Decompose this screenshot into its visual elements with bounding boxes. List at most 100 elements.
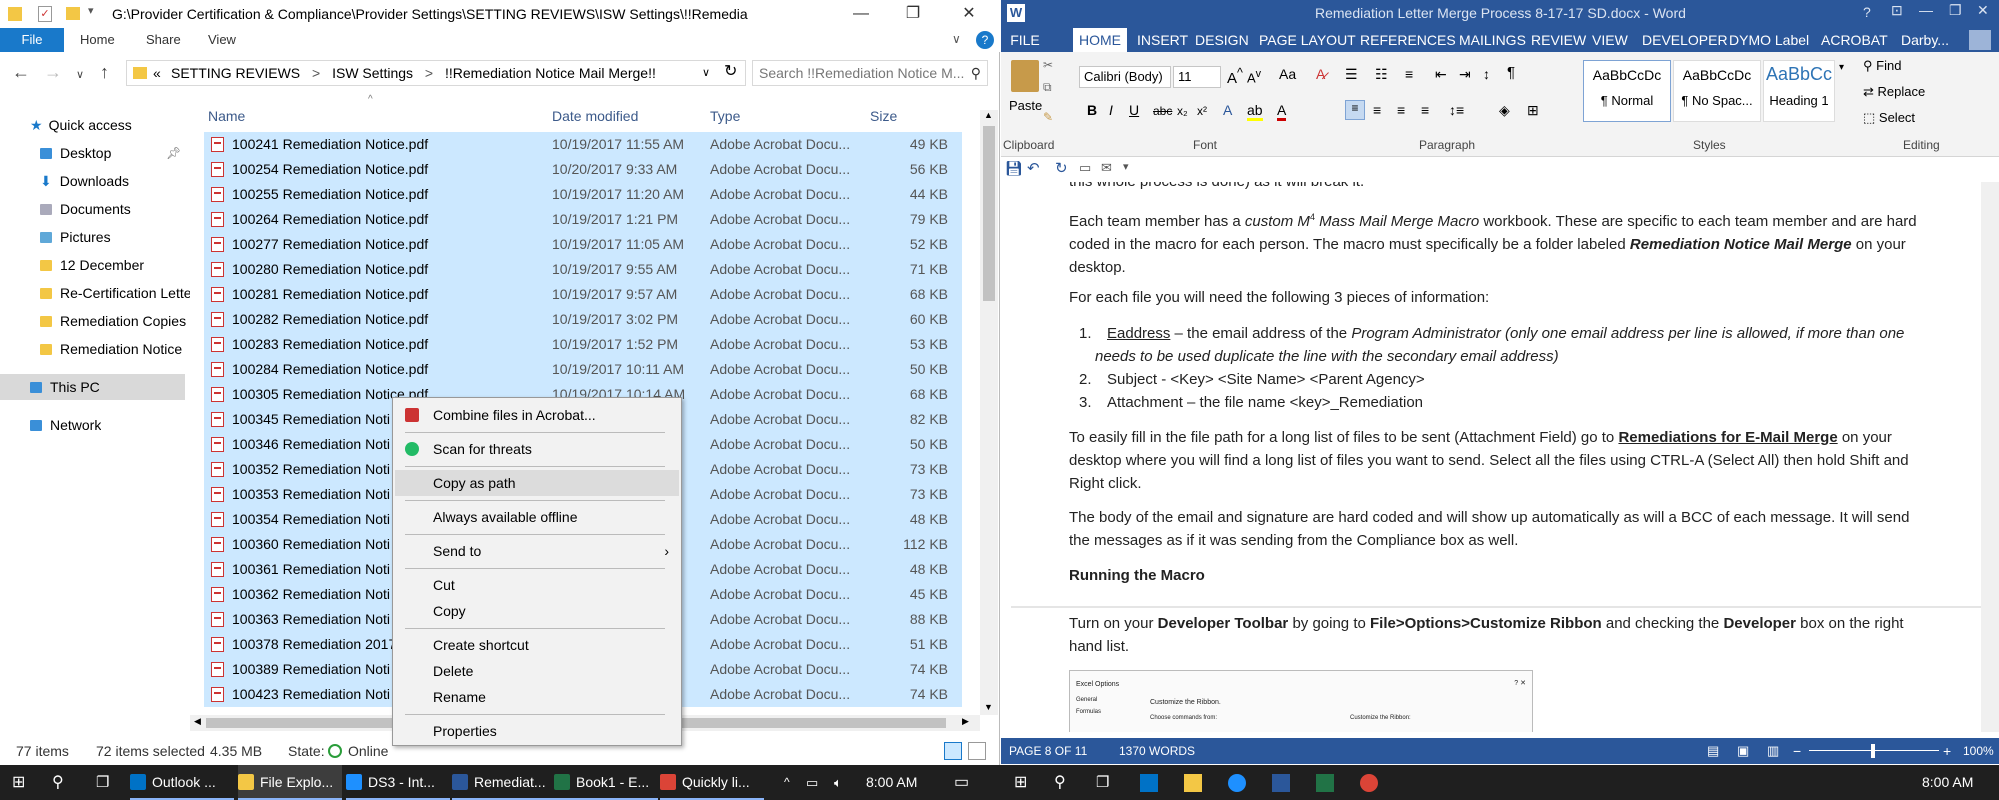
font-color-icon[interactable]: A xyxy=(1277,102,1287,121)
read-mode-icon[interactable]: ▤ xyxy=(1707,738,1719,764)
forward-arrow-icon[interactable]: → xyxy=(44,62,62,83)
paste-icon[interactable] xyxy=(1011,60,1039,92)
nav-folder-12-december[interactable]: 12 December xyxy=(40,252,190,278)
back-arrow-icon[interactable]: ← xyxy=(12,62,30,83)
grow-font-icon[interactable]: A^ xyxy=(1227,66,1243,87)
file-row[interactable]: 100277 Remediation Notice.pdf 10/19/2017 … xyxy=(204,232,962,257)
clear-format-icon[interactable]: A̷ xyxy=(1316,66,1325,82)
task-view-icon[interactable]: ❐ xyxy=(96,765,109,800)
recent-dropdown-icon[interactable]: ∨ xyxy=(76,68,84,81)
word-restore-button[interactable]: ❐ xyxy=(1949,2,1962,19)
word-tab-acrobat[interactable]: ACROBAT xyxy=(1821,28,1888,52)
word-tab-mailings[interactable]: MAILINGS xyxy=(1459,28,1526,52)
taskbar-app-button[interactable]: Book1 - E... xyxy=(554,765,658,800)
action-center-icon[interactable]: ▭ xyxy=(954,765,969,800)
edge-pinned-icon[interactable] xyxy=(1228,774,1246,792)
decrease-indent-icon[interactable]: ⇤ xyxy=(1435,66,1447,83)
column-header-size[interactable]: Size xyxy=(870,104,897,128)
cut-icon[interactable]: ✂ xyxy=(1043,58,1053,72)
column-header-type[interactable]: Type xyxy=(710,104,740,128)
document-page[interactable]: this whole process is done) as it will b… xyxy=(1011,182,1981,732)
web-layout-icon[interactable]: ▥ xyxy=(1767,738,1779,764)
file-row[interactable]: 100241 Remediation Notice.pdf 10/19/2017 … xyxy=(204,132,962,157)
column-header-name[interactable]: Name xyxy=(208,104,245,128)
word-close-button[interactable]: ✕ xyxy=(1977,2,1989,19)
align-right-icon[interactable]: ≡ xyxy=(1397,102,1405,118)
refresh-icon[interactable]: ↻ xyxy=(724,60,737,84)
column-header-date[interactable]: Date modified xyxy=(552,104,638,128)
redo-icon[interactable]: ↻ xyxy=(1055,159,1068,177)
outlook-pinned-icon[interactable] xyxy=(1140,774,1158,792)
word-tab-design[interactable]: DESIGN xyxy=(1195,28,1249,52)
file-row[interactable]: 100283 Remediation Notice.pdf 10/19/2017 … xyxy=(204,332,962,357)
network-tray-icon[interactable]: ▭ xyxy=(806,765,818,800)
zoom-slider-thumb[interactable] xyxy=(1871,744,1875,758)
file-row[interactable]: 100255 Remediation Notice.pdf 10/19/2017 … xyxy=(204,182,962,207)
file-row[interactable]: 100284 Remediation Notice.pdf 10/19/2017 … xyxy=(204,357,962,382)
minimize-button[interactable]: — xyxy=(838,0,884,28)
increase-indent-icon[interactable]: ⇥ xyxy=(1459,66,1471,83)
scroll-right-icon[interactable]: ▶ xyxy=(962,716,969,727)
menu-rename[interactable]: Rename xyxy=(395,684,679,710)
line-spacing-icon[interactable]: ↕≡ xyxy=(1449,102,1464,118)
word-vertical-scrollbar[interactable] xyxy=(1981,182,1999,732)
menu-cut[interactable]: Cut xyxy=(395,572,679,598)
clock-right[interactable]: 8:00 AM xyxy=(1922,765,1973,800)
align-left-icon[interactable]: ≡ xyxy=(1345,100,1365,120)
scroll-down-icon[interactable]: ▼ xyxy=(984,702,993,712)
ribbon-display-icon[interactable]: ⊡ xyxy=(1891,2,1903,19)
properties-icon[interactable]: ✓ xyxy=(38,6,52,22)
new-folder-icon[interactable] xyxy=(66,7,80,20)
find-button[interactable]: ⚲ Find xyxy=(1863,58,1901,74)
word-tab-insert[interactable]: INSERT xyxy=(1137,28,1188,52)
borders-icon[interactable]: ⊞ xyxy=(1527,102,1539,119)
word-tab-view[interactable]: VIEW xyxy=(1592,28,1628,52)
italic-icon[interactable]: I xyxy=(1109,102,1113,118)
search-icon[interactable]: ⚲ xyxy=(52,765,64,800)
task-view-icon-2[interactable]: ❐ xyxy=(1096,765,1109,800)
menu-delete[interactable]: Delete xyxy=(395,658,679,684)
replace-button[interactable]: ⇄ Replace xyxy=(1863,84,1925,100)
style-heading-1[interactable]: AaBbCc Heading 1 xyxy=(1763,60,1835,122)
style-normal[interactable]: AaBbCcDc ¶ Normal xyxy=(1583,60,1671,122)
excel-pinned-icon[interactable] xyxy=(1316,774,1334,792)
file-explorer-pinned-icon[interactable] xyxy=(1184,774,1202,792)
change-case-icon[interactable]: Aa xyxy=(1279,66,1296,82)
menu-properties[interactable]: Properties xyxy=(395,718,679,744)
bullets-icon[interactable]: ☰ xyxy=(1345,66,1358,83)
taskbar-app-button[interactable]: Remediat... xyxy=(452,765,556,800)
font-size-select[interactable]: 11 xyxy=(1173,66,1221,88)
breadcrumb-setting-reviews[interactable]: SETTING REVIEWS xyxy=(171,65,300,81)
file-row[interactable]: 100282 Remediation Notice.pdf 10/19/2017 … xyxy=(204,307,962,332)
taskbar-app-button[interactable]: DS3 - Int... xyxy=(346,765,450,800)
bold-icon[interactable]: B xyxy=(1087,102,1097,118)
word-tab-references[interactable]: REFERENCES xyxy=(1360,28,1456,52)
windows-start-icon[interactable]: ⊞ xyxy=(12,765,25,800)
nav-network[interactable]: Network xyxy=(30,412,101,438)
search-icon-2[interactable]: ⚲ xyxy=(1054,765,1066,800)
nav-folder-recertification[interactable]: Re-Certification Lette xyxy=(40,280,190,306)
address-dropdown-icon[interactable]: ∨ xyxy=(702,61,710,85)
scroll-up-icon[interactable]: ▲ xyxy=(984,110,993,120)
shading-icon[interactable]: ◈ xyxy=(1499,102,1510,119)
qat-customize-icon[interactable]: ▾ xyxy=(1123,160,1129,173)
chrome-pinned-icon[interactable] xyxy=(1360,774,1378,792)
print-preview-icon[interactable]: ▭ xyxy=(1079,160,1091,176)
font-name-select[interactable]: Calibri (Body) xyxy=(1079,66,1171,88)
up-arrow-icon[interactable]: ↑ xyxy=(100,62,109,83)
word-minimize-button[interactable]: — xyxy=(1919,2,1933,18)
word-help-icon[interactable]: ? xyxy=(1863,4,1871,20)
menu-send-to[interactable]: Send to › xyxy=(395,538,679,564)
windows-start-icon-2[interactable]: ⊞ xyxy=(1014,765,1027,800)
nav-pictures[interactable]: Pictures xyxy=(40,224,190,250)
show-formatting-icon[interactable]: ¶ xyxy=(1507,64,1515,81)
styles-more-icon[interactable]: ▾ xyxy=(1839,62,1844,73)
strikethrough-icon[interactable]: abc xyxy=(1153,104,1172,118)
scrollbar-thumb[interactable] xyxy=(983,126,995,301)
word-tab-review[interactable]: REVIEW xyxy=(1531,28,1586,52)
qat-dropdown-icon[interactable]: ▾ xyxy=(88,4,94,17)
taskbar-app-button[interactable]: Quickly li... xyxy=(660,765,764,800)
tab-share[interactable]: Share xyxy=(146,28,181,52)
user-avatar[interactable] xyxy=(1969,30,1991,50)
text-effects-icon[interactable]: A xyxy=(1223,102,1232,118)
